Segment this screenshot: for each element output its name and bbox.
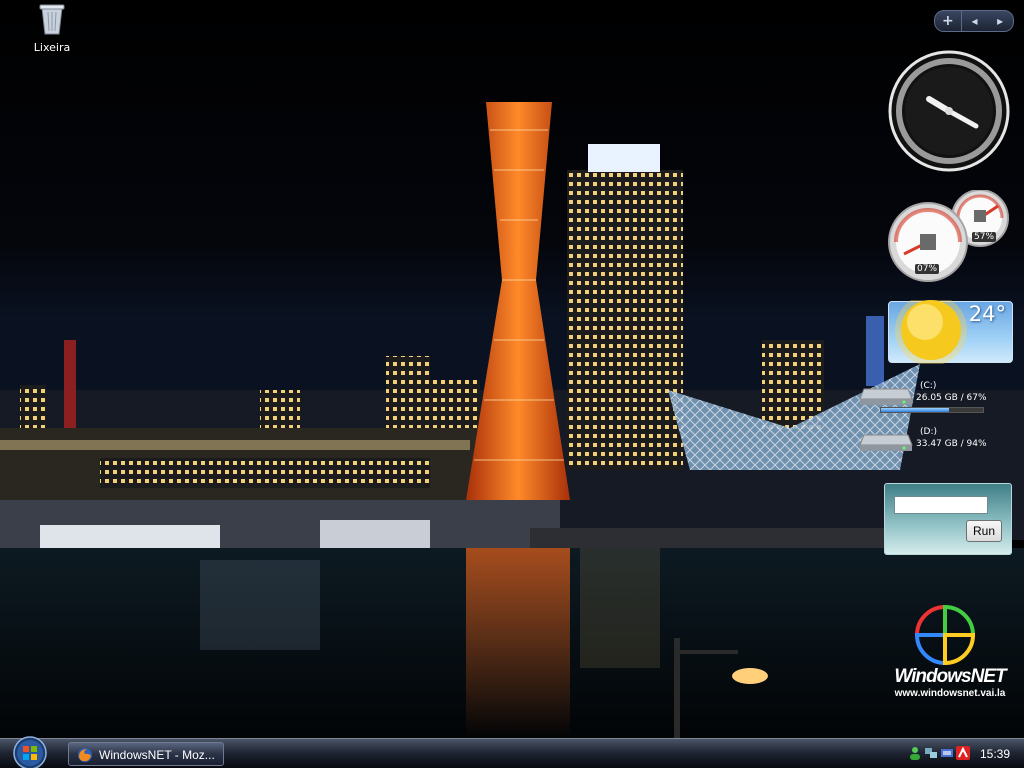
run-gadget: Run: [884, 483, 1012, 555]
add-gadget-button[interactable]: +: [935, 11, 962, 31]
desktop-wallpaper: [0, 0, 1024, 738]
cpu-percent-label: 07%: [915, 264, 940, 274]
drive-c: (C:) 26.05 GB / 67%: [858, 375, 1018, 415]
network-users-icon[interactable]: [908, 746, 922, 760]
start-button[interactable]: [8, 736, 52, 768]
firefox-icon: [78, 748, 92, 762]
cpu-meter-gadget[interactable]: 07% 57%: [886, 189, 1010, 282]
hard-drive-icon: [859, 434, 913, 451]
windowsnet-branding: WindowsNET www.windowsnet.vai.la: [880, 600, 1020, 705]
next-gadgets-button[interactable]: ▸: [987, 11, 1013, 31]
taskbar-button-firefox[interactable]: WindowsNET - Moz...: [68, 742, 224, 766]
sun-icon: [895, 300, 967, 364]
drive-c-usage-bar: [880, 407, 984, 413]
hard-drive-icon: [859, 388, 913, 405]
drive-d-label: (D:): [920, 427, 937, 437]
brand-url: www.windowsnet.vai.la: [894, 688, 1006, 699]
run-command-input[interactable]: [894, 496, 988, 514]
weather-gadget[interactable]: 24°: [888, 300, 1013, 364]
drive-d: (D:) 33.47 GB / 94%: [858, 421, 1018, 461]
network-icon[interactable]: [924, 746, 938, 760]
windows-logo-icon: [914, 604, 976, 666]
taskbar-clock[interactable]: 15:39: [980, 739, 1010, 768]
brand-name: WindowsNET: [894, 666, 1006, 687]
clock-face-icon: [888, 50, 1010, 172]
taskbar: WindowsNET - Moz... 15:39: [0, 738, 1024, 768]
weather-temperature: 24°: [968, 302, 1006, 326]
clock-gadget[interactable]: [888, 50, 1010, 172]
drive-c-stats: 26.05 GB / 67%: [916, 393, 987, 403]
taskbar-button-label: WindowsNET - Moz...: [99, 748, 215, 762]
previous-gadgets-button[interactable]: ◂: [962, 11, 988, 31]
antivirus-icon[interactable]: [956, 746, 970, 760]
sidebar-controls: + ◂ ▸: [934, 10, 1014, 32]
memory-percent-label: 57%: [972, 232, 997, 242]
connection-icon[interactable]: [940, 746, 954, 760]
system-tray: 15:39: [904, 739, 1024, 768]
drive-d-stats: 33.47 GB / 94%: [916, 439, 987, 449]
recycle-bin-shortcut[interactable]: Lixeira: [24, 2, 80, 54]
run-button[interactable]: Run: [966, 520, 1002, 542]
recycle-bin-label: Lixeira: [33, 41, 71, 54]
recycle-bin-icon: [39, 4, 65, 35]
drive-meter-gadget[interactable]: (C:) 26.05 GB / 67% (D:) 33.47 GB / 94%: [858, 375, 1018, 461]
drive-c-label: (C:): [920, 381, 937, 391]
